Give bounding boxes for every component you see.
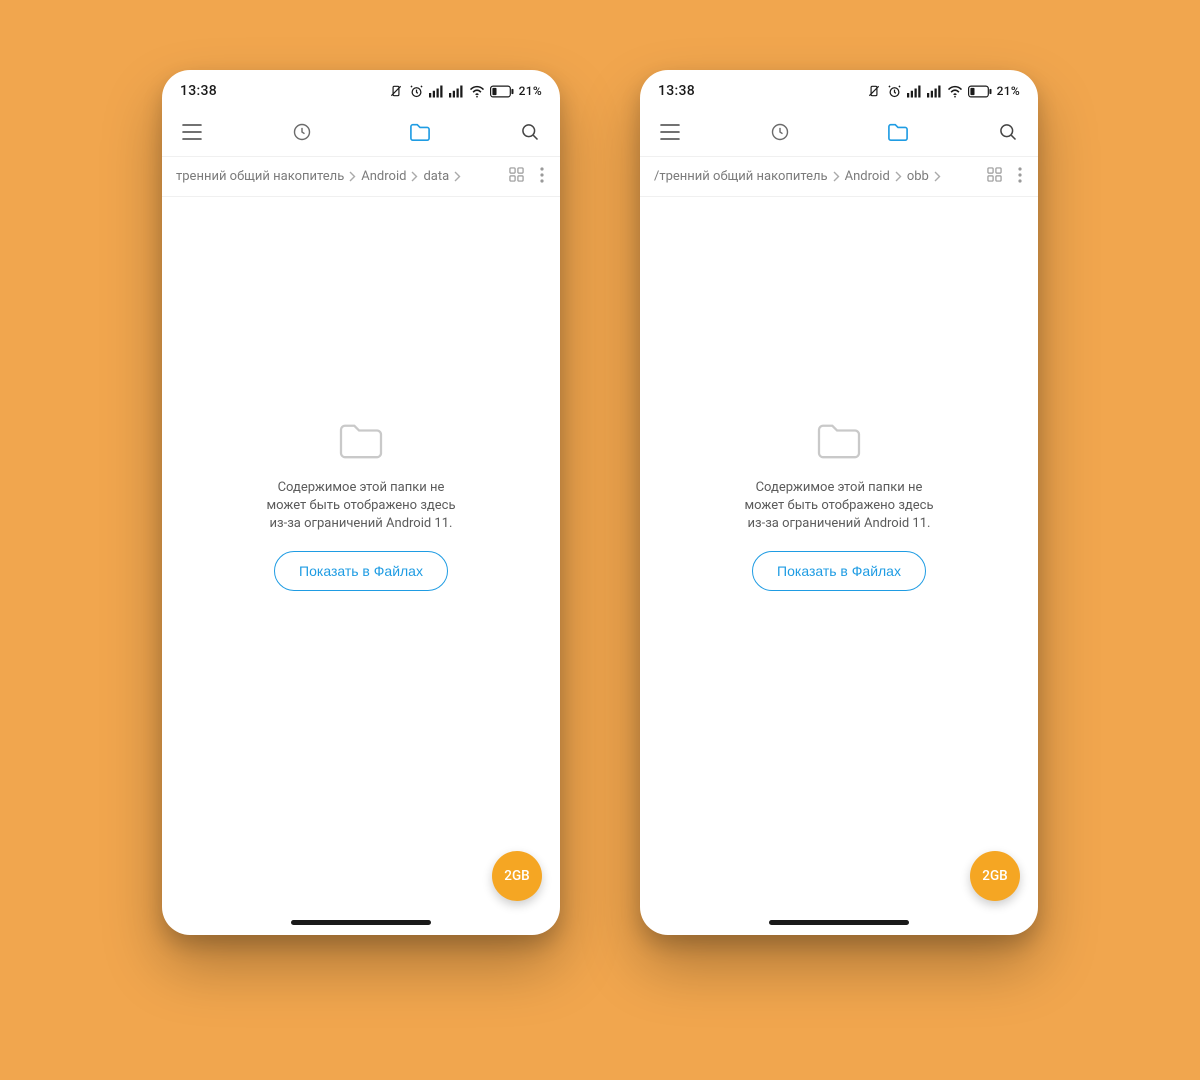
- breadcrumb[interactable]: /тренний общий накопитель Android obb: [654, 169, 987, 184]
- chevron-right-icon: [454, 171, 461, 182]
- phone-screen: 13:38 21%: [162, 70, 560, 935]
- vibrate-off-icon: [866, 84, 882, 98]
- search-button[interactable]: [506, 108, 554, 156]
- folder-icon: [887, 122, 909, 142]
- breadcrumb[interactable]: тренний общий накопитель Android data: [176, 169, 509, 184]
- more-button[interactable]: [534, 167, 550, 187]
- breadcrumb-bar: тренний общий накопитель Android data: [162, 156, 560, 197]
- fab-label: 2GB: [504, 868, 529, 884]
- battery-icon: [490, 85, 514, 98]
- clock-icon: [770, 122, 790, 142]
- storage-fab[interactable]: 2GB: [970, 851, 1020, 901]
- signal-icon: [429, 85, 444, 98]
- battery-percent: 21%: [519, 84, 542, 98]
- more-vertical-icon: [540, 167, 544, 183]
- status-time: 13:38: [658, 83, 695, 99]
- view-grid-button[interactable]: [509, 167, 524, 186]
- search-icon: [998, 122, 1018, 142]
- status-icons: 21%: [388, 84, 542, 99]
- phone-screen: 13:38 21%: [640, 70, 1038, 935]
- search-icon: [520, 122, 540, 142]
- view-grid-button[interactable]: [987, 167, 1002, 186]
- breadcrumb-segment[interactable]: data: [423, 169, 449, 184]
- chevron-right-icon: [934, 171, 941, 182]
- breadcrumb-segment[interactable]: /тренний общий накопитель: [654, 169, 828, 184]
- nav-home-indicator[interactable]: [769, 920, 909, 925]
- more-button[interactable]: [1012, 167, 1028, 187]
- menu-icon: [182, 124, 202, 140]
- wifi-icon: [469, 85, 485, 98]
- more-vertical-icon: [1018, 167, 1022, 183]
- menu-button[interactable]: [168, 108, 216, 156]
- tab-recent[interactable]: [278, 108, 326, 156]
- storage-fab[interactable]: 2GB: [492, 851, 542, 901]
- signal-icon: [927, 85, 942, 98]
- empty-folder-icon: [816, 421, 862, 465]
- content-area: Содержимое этой папки не может быть отоб…: [162, 197, 560, 935]
- status-time: 13:38: [180, 83, 217, 99]
- grid-icon: [987, 167, 1002, 182]
- signal-icon: [449, 85, 464, 98]
- grid-icon: [509, 167, 524, 182]
- menu-icon: [660, 124, 680, 140]
- screenshot-pair: 13:38 21%: [0, 0, 1200, 1080]
- signal-icon: [907, 85, 922, 98]
- empty-state-message: Содержимое этой папки не может быть отоб…: [266, 479, 455, 533]
- nav-home-indicator[interactable]: [291, 920, 431, 925]
- top-toolbar: [162, 108, 560, 156]
- empty-state-message: Содержимое этой папки не может быть отоб…: [744, 479, 933, 533]
- alarm-icon: [887, 84, 902, 99]
- chevron-right-icon: [349, 171, 356, 182]
- tab-recent[interactable]: [756, 108, 804, 156]
- breadcrumb-segment[interactable]: тренний общий накопитель: [176, 169, 344, 184]
- alarm-icon: [409, 84, 424, 99]
- vibrate-off-icon: [388, 84, 404, 98]
- status-icons: 21%: [866, 84, 1020, 99]
- menu-button[interactable]: [646, 108, 694, 156]
- show-in-files-button[interactable]: Показать в Файлах: [752, 551, 926, 591]
- tab-folders[interactable]: [874, 108, 922, 156]
- top-toolbar: [640, 108, 1038, 156]
- empty-folder-icon: [338, 421, 384, 465]
- clock-icon: [292, 122, 312, 142]
- wifi-icon: [947, 85, 963, 98]
- breadcrumb-segment[interactable]: obb: [907, 169, 929, 184]
- battery-percent: 21%: [997, 84, 1020, 98]
- show-in-files-button[interactable]: Показать в Файлах: [274, 551, 448, 591]
- chevron-right-icon: [895, 171, 902, 182]
- folder-icon: [409, 122, 431, 142]
- chevron-right-icon: [411, 171, 418, 182]
- battery-icon: [968, 85, 992, 98]
- tab-folders[interactable]: [396, 108, 444, 156]
- breadcrumb-segment[interactable]: Android: [845, 169, 890, 184]
- status-bar: 13:38 21%: [640, 70, 1038, 106]
- breadcrumb-segment[interactable]: Android: [361, 169, 406, 184]
- status-bar: 13:38 21%: [162, 70, 560, 106]
- breadcrumb-bar: /тренний общий накопитель Android obb: [640, 156, 1038, 197]
- content-area: Содержимое этой папки не может быть отоб…: [640, 197, 1038, 935]
- search-button[interactable]: [984, 108, 1032, 156]
- fab-label: 2GB: [982, 868, 1007, 884]
- chevron-right-icon: [833, 171, 840, 182]
